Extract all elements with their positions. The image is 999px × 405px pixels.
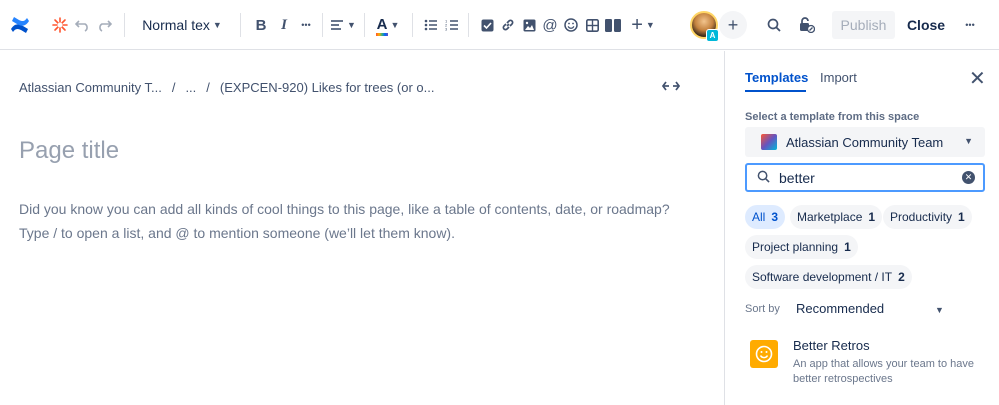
active-tab-indicator: [745, 90, 806, 92]
redo-icon[interactable]: [96, 16, 112, 34]
breadcrumb: Atlassian Community T... / ... / (EXPCEN…: [19, 80, 444, 95]
space-select-label: Select a template from this space: [745, 111, 920, 123]
layouts-button[interactable]: [603, 11, 623, 39]
template-description: An app that allows your team to have bet…: [793, 358, 974, 385]
undo-icon[interactable]: [75, 16, 91, 34]
layout-columns-icon: [605, 18, 621, 32]
more-formatting-button[interactable]: •••: [295, 11, 317, 39]
italic-button[interactable]: I: [274, 11, 294, 39]
breadcrumb-separator: /: [206, 80, 210, 95]
space-name: Atlassian Community Team: [786, 134, 944, 150]
checkbox-icon: [481, 19, 493, 31]
toolbar-separator: [322, 13, 323, 37]
breadcrumb-ellipsis[interactable]: ...: [185, 80, 196, 95]
filter-chip-marketplace[interactable]: Marketplace 1: [790, 205, 883, 229]
image-icon: [523, 19, 535, 31]
chevron-down-icon: ▼: [964, 136, 973, 146]
bold-button[interactable]: B: [251, 11, 271, 39]
numbered-list-icon: 123: [445, 19, 458, 32]
image-button[interactable]: [520, 11, 538, 39]
sort-select[interactable]: Recommended: [796, 301, 956, 321]
breadcrumb-space[interactable]: Atlassian Community T...: [19, 80, 162, 95]
close-button[interactable]: Close: [901, 11, 951, 39]
link-icon: [502, 19, 514, 31]
chevron-down-icon: ▼: [347, 20, 356, 30]
tab-templates[interactable]: Templates: [745, 70, 808, 85]
mention-button[interactable]: @: [541, 11, 559, 39]
table-icon: [585, 18, 599, 32]
publish-button[interactable]: Publish: [832, 11, 895, 39]
text-style-label: Normal tex: [142, 17, 210, 33]
unlock-icon: [800, 17, 815, 33]
more-icon: •••: [965, 20, 975, 30]
chevron-down-icon: ▼: [390, 20, 400, 30]
toolbar-separator: [124, 13, 125, 37]
numbered-list-button[interactable]: 123: [443, 11, 461, 39]
sort-label: Sort by: [745, 303, 780, 315]
toolbar-separator: [412, 13, 413, 37]
placeholder-line: Type / to open a list, and @ to mention …: [19, 225, 455, 241]
page-title-input[interactable]: Page title: [19, 137, 119, 165]
chevron-down-icon: ▼: [935, 305, 944, 315]
space-select[interactable]: Atlassian Community Team ▼: [745, 127, 985, 157]
avatar-badge: A: [706, 29, 719, 42]
filter-chip-all[interactable]: All 3: [745, 205, 786, 229]
table-button[interactable]: [583, 11, 601, 39]
at-sign-icon: @: [542, 16, 558, 34]
svg-text:3: 3: [445, 27, 448, 32]
search-input[interactable]: [779, 168, 959, 188]
breadcrumb-separator: /: [171, 80, 176, 95]
space-logo-icon: [761, 134, 777, 150]
invite-collaborator-button[interactable]: +: [719, 11, 747, 39]
chevron-down-icon: ▼: [212, 20, 222, 30]
search-icon: [767, 18, 781, 32]
text-style-dropdown[interactable]: Normal tex ▼: [138, 11, 226, 39]
tab-import[interactable]: Import: [820, 70, 857, 85]
toolbar-separator: [240, 13, 241, 37]
close-icon[interactable]: ✕: [969, 66, 986, 91]
ai-sparkle-icon[interactable]: [51, 16, 69, 34]
editor-toolbar: Normal tex ▼ B I ••• ▼ A ▼ 123 @ + ▼ A +…: [0, 0, 999, 50]
editor-area: Atlassian Community T... / ... / (EXPCEN…: [0, 51, 724, 405]
expand-width-icon: [661, 81, 681, 91]
plus-icon: +: [631, 14, 643, 36]
placeholder-line: Did you know you can add all kinds of co…: [19, 201, 670, 217]
restrictions-button[interactable]: [795, 11, 819, 39]
emoji-icon: [564, 18, 578, 32]
align-left-icon: [331, 20, 344, 30]
search-icon: [757, 170, 770, 183]
plus-icon: +: [727, 14, 739, 35]
bullet-list-icon: [424, 19, 437, 31]
toolbar-separator: [364, 13, 365, 37]
template-name[interactable]: Better Retros: [793, 338, 870, 353]
more-actions-button[interactable]: •••: [958, 11, 982, 39]
toolbar-separator: [468, 13, 469, 37]
find-replace-button[interactable]: [763, 11, 785, 39]
filter-chip-productivity[interactable]: Productivity 1: [883, 205, 972, 229]
filter-chip-software-development[interactable]: Software development / IT 2: [745, 265, 912, 289]
template-search[interactable]: ✕: [745, 163, 985, 192]
templates-panel: Templates Import ✕ Select a template fro…: [725, 51, 999, 405]
action-item-button[interactable]: [478, 11, 496, 39]
insert-dropdown[interactable]: + ▼: [628, 11, 658, 39]
full-width-toggle[interactable]: [661, 78, 681, 94]
filter-chip-project-planning[interactable]: Project planning 1: [745, 235, 858, 259]
text-color-dropdown[interactable]: A ▼: [372, 11, 404, 39]
editor-body[interactable]: Did you know you can add all kinds of co…: [19, 197, 709, 245]
bullet-list-button[interactable]: [422, 11, 440, 39]
emoji-button[interactable]: [562, 11, 580, 39]
link-button[interactable]: [499, 11, 517, 39]
smiley-icon: [750, 340, 778, 368]
alignment-dropdown[interactable]: ▼: [328, 11, 358, 39]
clear-search-icon[interactable]: ✕: [962, 171, 975, 184]
text-color-icon: A: [375, 16, 388, 36]
breadcrumb-parent-page[interactable]: (EXPCEN-920) Likes for trees (or o...: [220, 80, 435, 95]
chevron-down-icon: ▼: [645, 20, 655, 30]
confluence-logo-icon[interactable]: [8, 13, 32, 37]
